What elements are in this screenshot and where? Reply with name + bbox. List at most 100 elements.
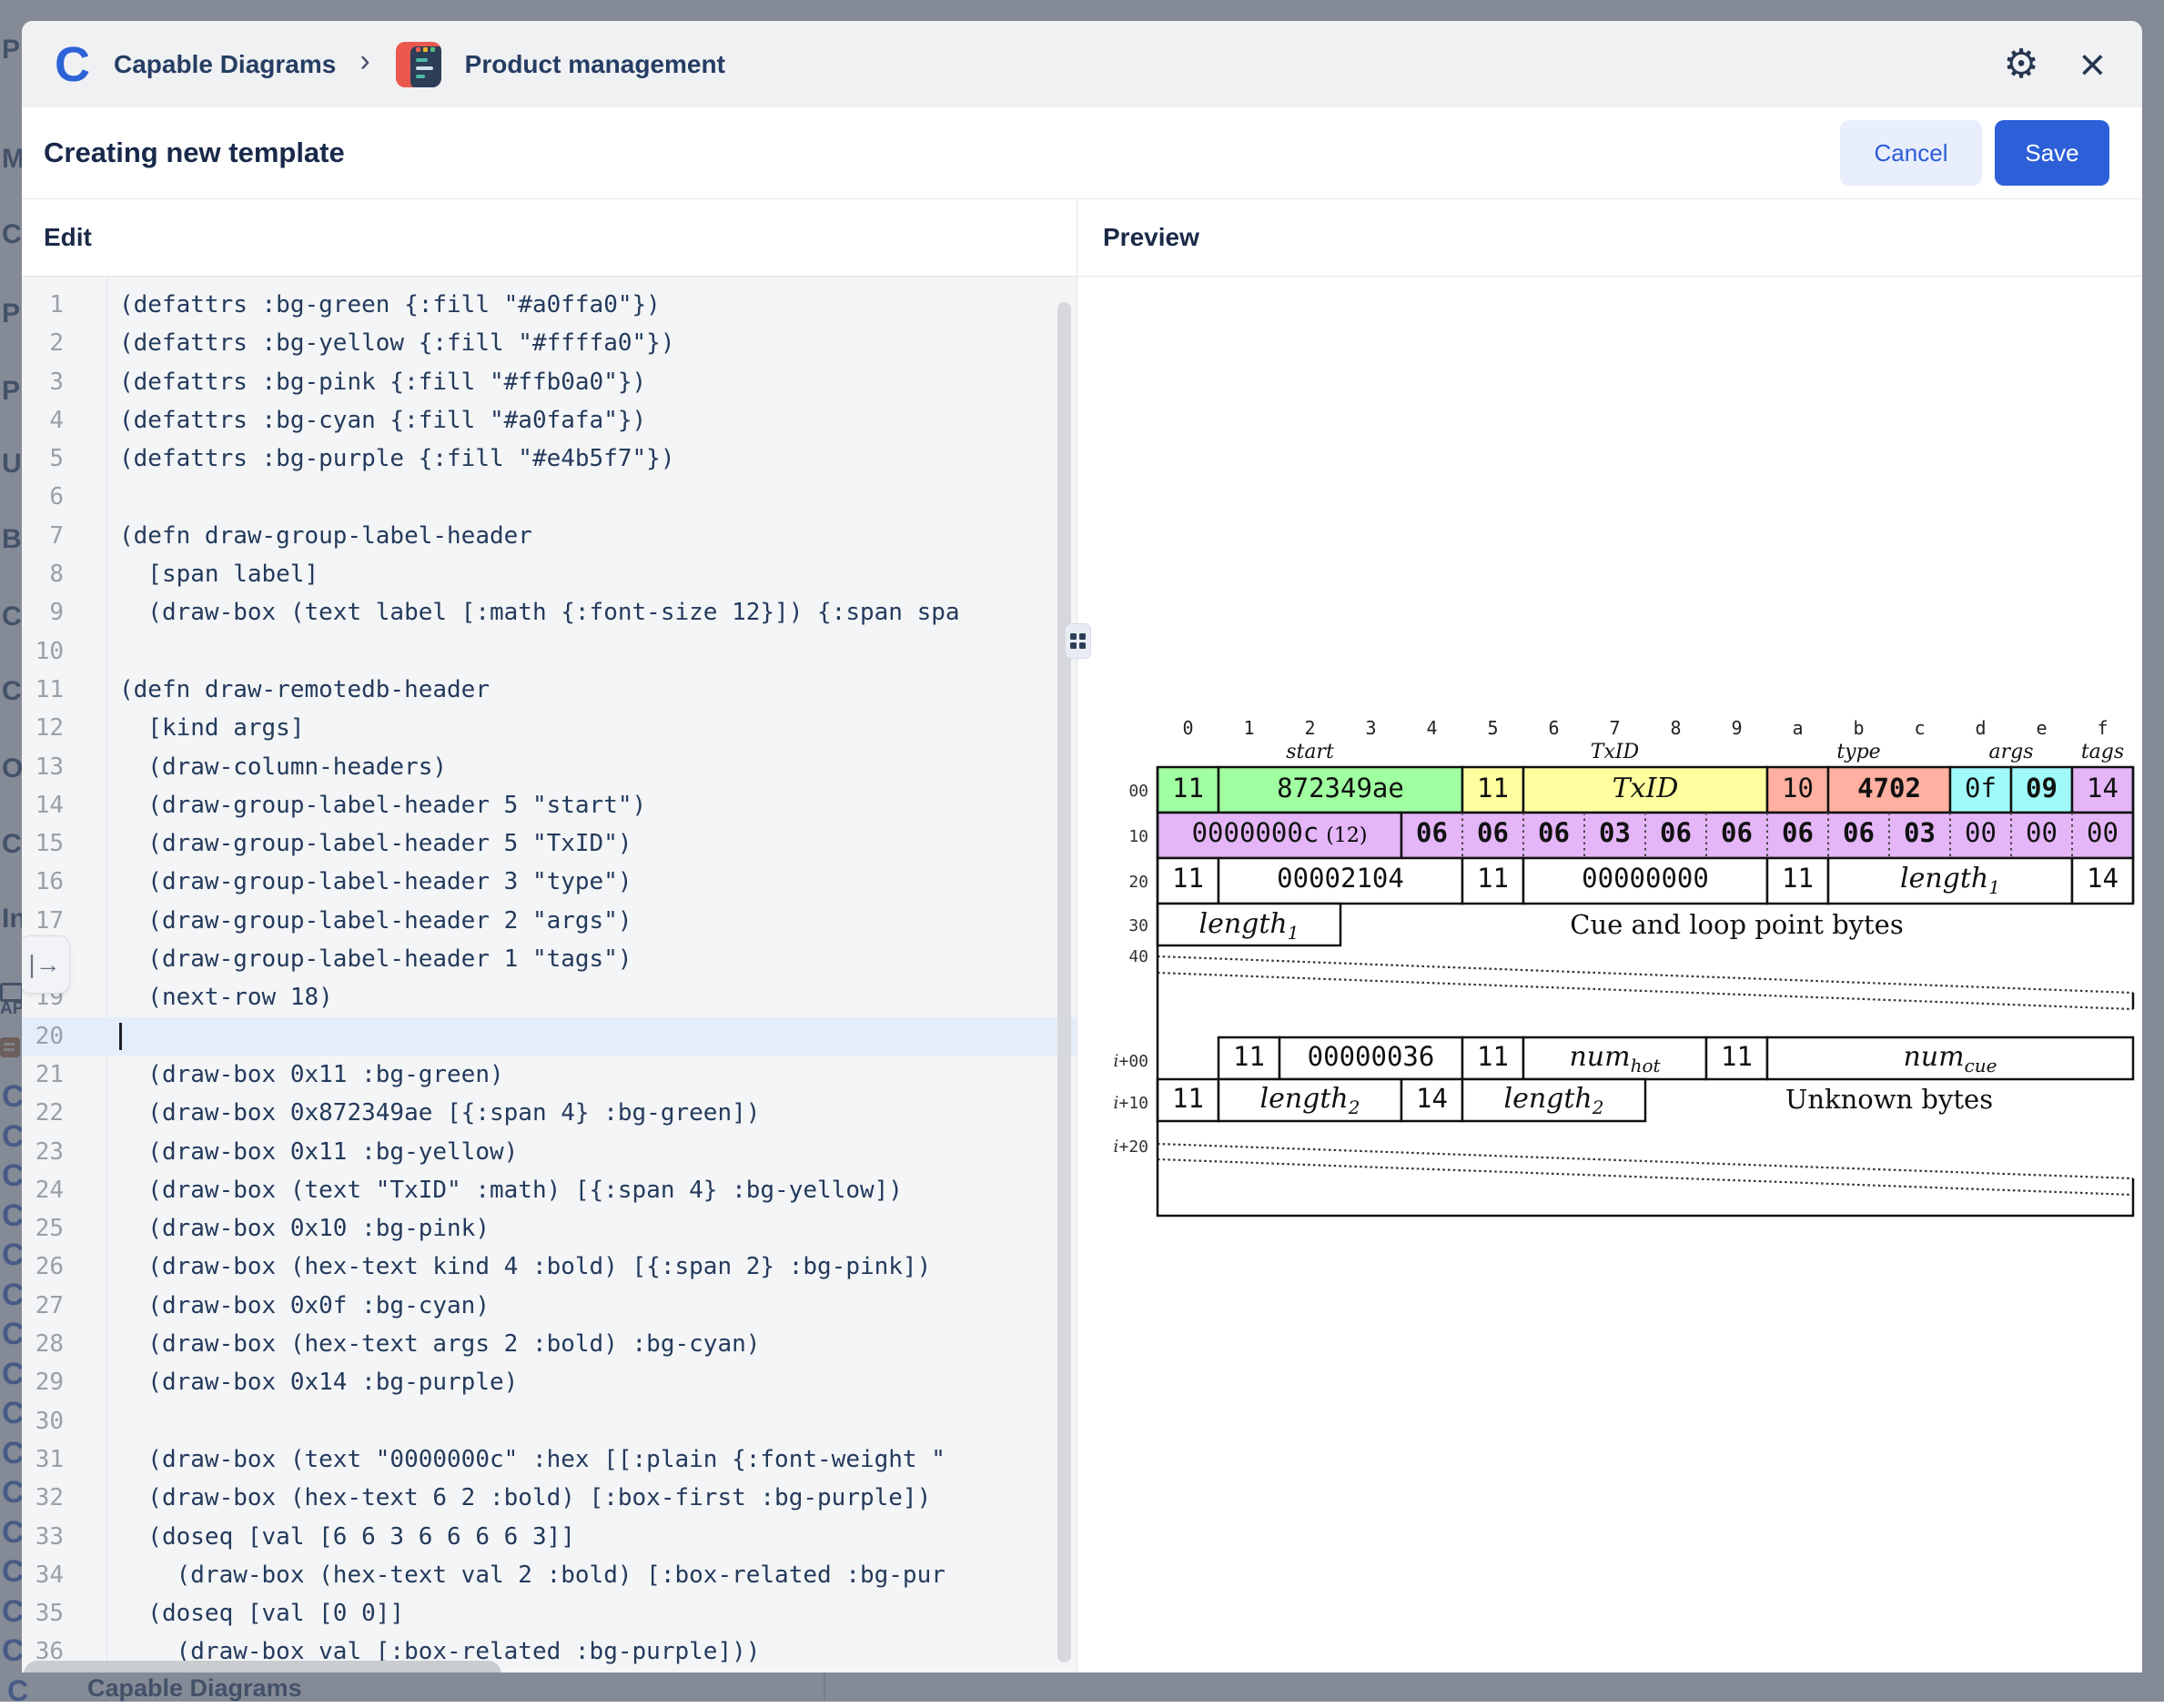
code-line[interactable]: 10	[22, 632, 1077, 671]
code-editor[interactable]: 1(defattrs :bg-green {:fill "#a0ffa0"})2…	[22, 277, 1077, 1673]
byte-value: length1	[1199, 908, 1299, 944]
code-line[interactable]: 22 (draw-box 0x872349ae [{:span 4} :bg-g…	[22, 1094, 1077, 1132]
code-line[interactable]: 31 (draw-box (text "0000000c" :hex [[:pl…	[22, 1440, 1077, 1479]
code-lines[interactable]: 1(defattrs :bg-green {:fill "#a0ffa0"})2…	[22, 286, 1077, 1672]
byte-value: length2	[1260, 1083, 1360, 1118]
code-text: (draw-box 0x11 :bg-yellow)	[64, 1133, 518, 1171]
code-line[interactable]: 1(defattrs :bg-green {:fill "#a0ffa0"})	[22, 286, 1077, 324]
code-line[interactable]: 12 [kind args]	[22, 709, 1077, 747]
code-line[interactable]: 27 (draw-box 0x0f :bg-cyan)	[22, 1287, 1077, 1325]
row-address: 40	[1128, 947, 1148, 966]
breadcrumb-app[interactable]: Capable Diagrams	[114, 50, 336, 79]
code-text: (defattrs :bg-yellow {:fill "#ffffa0"})	[64, 324, 674, 362]
byte-value: 00002104	[1277, 863, 1404, 894]
code-text: (draw-box 0x11 :bg-green)	[64, 1056, 504, 1094]
byte-value: 11	[1233, 1041, 1265, 1072]
gap-line	[1158, 1159, 2133, 1195]
pane-drag-handle[interactable]	[1065, 623, 1091, 659]
code-text: (draw-group-label-header 1 "tags")	[64, 940, 632, 978]
code-text: (draw-box (hex-text kind 4 :bold) [{:spa…	[64, 1248, 931, 1286]
code-line[interactable]: 24 (draw-box (text "TxID" :math) [{:span…	[22, 1171, 1077, 1209]
code-line[interactable]: 21 (draw-box 0x11 :bg-green)	[22, 1056, 1077, 1094]
code-text: (draw-box 0x10 :bg-pink)	[64, 1209, 490, 1248]
code-line[interactable]: 5(defattrs :bg-purple {:fill "#e4b5f7"})	[22, 440, 1077, 478]
modal-header: C Capable Diagrams › Product management …	[22, 21, 2142, 108]
line-number: 17	[22, 902, 64, 940]
code-line[interactable]: 32 (draw-box (hex-text 6 2 :bold) [:box-…	[22, 1479, 1077, 1517]
line-number: 28	[22, 1325, 64, 1363]
code-line[interactable]: 35 (doseq [val [0 0]]	[22, 1594, 1077, 1632]
editor-horizontal-scrollbar[interactable]	[24, 1661, 501, 1673]
code-line[interactable]: 3(defattrs :bg-pink {:fill "#ffb0a0"})	[22, 363, 1077, 401]
code-text: (doseq [val [6 6 3 6 6 6 6 3]]	[64, 1518, 575, 1556]
capable-logo-icon: C	[55, 40, 90, 89]
code-line[interactable]: 25 (draw-box 0x10 :bg-pink)	[22, 1209, 1077, 1248]
byte-value: length2	[1504, 1083, 1604, 1118]
code-line[interactable]: 20	[22, 1017, 1077, 1056]
title-row: Creating new template Cancel Save	[22, 107, 2142, 199]
code-text: (draw-box (hex-text val 2 :bold) [:box-r…	[64, 1556, 945, 1594]
code-text: (next-row 18)	[64, 978, 333, 1016]
code-line[interactable]: 2(defattrs :bg-yellow {:fill "#ffffa0"})	[22, 324, 1077, 362]
code-line[interactable]: 19 (next-row 18)	[22, 978, 1077, 1016]
code-text: (draw-box (text label [:math {:font-size…	[64, 593, 960, 632]
code-line[interactable]: 33 (doseq [val [6 6 3 6 6 6 6 3]]	[22, 1518, 1077, 1556]
code-line[interactable]: 29 (draw-box 0x14 :bg-purple)	[22, 1363, 1077, 1401]
column-header: 0	[1182, 717, 1193, 739]
code-text: (defattrs :bg-purple {:fill "#e4b5f7"})	[64, 440, 674, 478]
code-line[interactable]: 11(defn draw-remotedb-header	[22, 671, 1077, 709]
code-text: (draw-box (hex-text args 2 :bold) :bg-cy…	[64, 1325, 760, 1363]
cancel-button[interactable]: Cancel	[1840, 120, 1982, 186]
code-line[interactable]: 6	[22, 478, 1077, 516]
code-text: (draw-box (text "0000000c" :hex [[:plain…	[64, 1440, 945, 1479]
line-number: 26	[22, 1248, 64, 1286]
code-line[interactable]: 16 (draw-group-label-header 3 "type")	[22, 863, 1077, 901]
code-line[interactable]: 4(defattrs :bg-cyan {:fill "#a0fafa"})	[22, 401, 1077, 440]
breadcrumb-page[interactable]: Product management	[465, 50, 725, 79]
code-text: (draw-column-headers)	[64, 748, 447, 786]
close-icon[interactable]: ×	[2079, 45, 2106, 85]
line-number: 12	[22, 709, 64, 747]
code-line[interactable]: 15 (draw-group-label-header 5 "TxID")	[22, 824, 1077, 863]
code-line[interactable]: 18 (draw-group-label-header 1 "tags")	[22, 940, 1077, 978]
code-line[interactable]: 26 (draw-box (hex-text kind 4 :bold) [{:…	[22, 1248, 1077, 1286]
code-line[interactable]: 9 (draw-box (text label [:math {:font-si…	[22, 593, 1077, 632]
row-address: i+00	[1113, 1051, 1148, 1071]
code-line[interactable]: 28 (draw-box (hex-text args 2 :bold) :bg…	[22, 1325, 1077, 1363]
line-number: 30	[22, 1402, 64, 1440]
byte-value: 11	[1477, 773, 1509, 803]
line-number: 15	[22, 824, 64, 863]
code-line[interactable]: 14 (draw-group-label-header 5 "start")	[22, 786, 1077, 824]
byte-value: 06	[1660, 817, 1692, 848]
editor-vertical-scrollbar[interactable]	[1057, 302, 1071, 1663]
row-address: 20	[1128, 873, 1148, 892]
code-line[interactable]: 17 (draw-group-label-header 2 "args")	[22, 902, 1077, 940]
byte-value: 06	[1721, 817, 1753, 848]
column-header: 9	[1731, 717, 1742, 739]
code-line[interactable]: 23 (draw-box 0x11 :bg-yellow)	[22, 1133, 1077, 1171]
code-line[interactable]: 30	[22, 1402, 1077, 1440]
code-text: (defn draw-remotedb-header	[64, 671, 490, 709]
gap-label: Cue and loop point bytes	[1570, 909, 1903, 940]
code-text: (draw-group-label-header 3 "type")	[64, 863, 632, 901]
collapse-panel-button[interactable]: |→	[22, 935, 70, 994]
line-number: 35	[22, 1594, 64, 1632]
code-line[interactable]: 7(defn draw-group-label-header	[22, 517, 1077, 555]
line-number: 21	[22, 1056, 64, 1094]
settings-gear-icon[interactable]: ⚙	[2003, 45, 2038, 85]
code-line[interactable]: 34 (draw-box (hex-text val 2 :bold) [:bo…	[22, 1556, 1077, 1594]
group-label: args	[1988, 741, 2033, 763]
code-line[interactable]: 8 [span label]	[22, 555, 1077, 593]
column-header: c	[1914, 717, 1925, 739]
byte-value: 03	[1599, 817, 1631, 848]
code-line[interactable]: 13 (draw-column-headers)	[22, 748, 1077, 786]
column-header: 8	[1670, 717, 1681, 739]
line-number: 22	[22, 1094, 64, 1132]
byte-value: 0f	[1965, 773, 1997, 803]
byte-value: 00	[2026, 817, 2058, 848]
edit-pane-heading: Edit	[44, 198, 92, 276]
save-button[interactable]: Save	[1995, 120, 2109, 186]
row-address: 30	[1128, 916, 1148, 935]
line-number: 3	[22, 363, 64, 401]
byte-value: 11	[1782, 863, 1814, 894]
